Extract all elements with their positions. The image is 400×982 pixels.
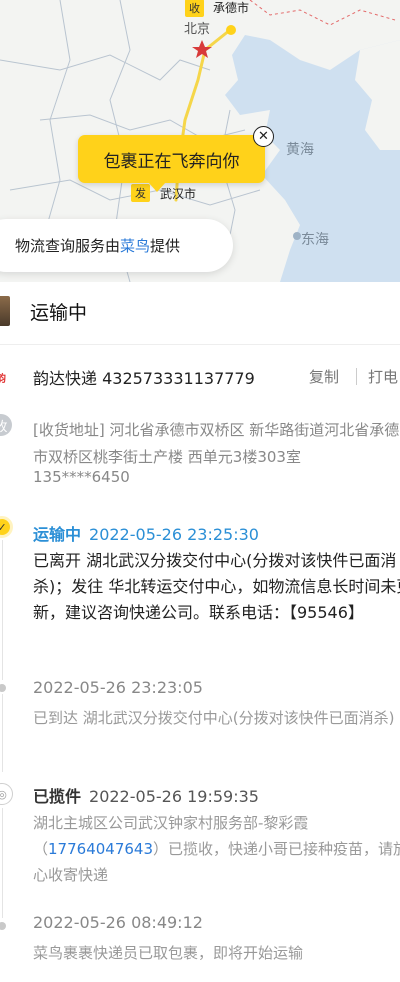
logistics-provider-banner[interactable]: 物流查询服务由菜鸟提供 [0, 219, 233, 272]
provider-suffix: 提供 [150, 237, 181, 255]
parcel-icon [0, 296, 10, 326]
event-time: 2022-05-26 19:59:35 [89, 787, 259, 806]
map-label-beijing: 北京 [184, 22, 211, 37]
event-status: 已揽件 [33, 787, 82, 806]
event-time: 2022-05-26 08:49:12 [33, 913, 203, 932]
event-detail: 已到达 湖北武汉分拨交付中心(分拨对该快件已面消杀) [33, 709, 395, 727]
event-status: 运输中 [33, 525, 82, 544]
event-detail: 已离开 湖北武汉分拨交付中心(分拨对该快件已面消杀)；发往 华北转运交付中心，如… [33, 551, 400, 622]
status-title: 运输中 [30, 301, 88, 324]
map-label-yellow-sea: 黄海 [286, 142, 314, 158]
event-header: 运输中 2022-05-26 23:25:30 [33, 521, 259, 545]
close-bubble-button[interactable]: ✕ [253, 126, 274, 147]
yunda-logo-icon: 韵 [0, 374, 6, 385]
delivery-address: [收货地址] 河北省承德市双桥区 新华路街道河北省承德市双桥区桃李街土产楼 西单… [33, 421, 400, 466]
receive-marker-tag: 收 [185, 0, 204, 17]
provider-text: 物流查询服务由菜鸟提供 [15, 235, 180, 256]
route-map[interactable]: 收 承德市 北京 黄海 东海 发 武汉市 包裹正在飞奔向你 ✕ 物流查询服务由菜… [0, 0, 400, 282]
close-icon: ✕ [258, 129, 269, 144]
action-separator [356, 368, 357, 385]
event-header: 已揽件 2022-05-26 19:59:35 [33, 783, 259, 807]
timeline-line [2, 540, 3, 680]
timeline-line [2, 808, 3, 918]
event-detail: 菜鸟裹裹快递员已取包裹，即将开始运输 [33, 944, 304, 962]
event-detail: 湖北主城区公司武汉钟家村服务部-黎彩霞（17764047643）已揽收，快递小哥… [33, 810, 400, 888]
copy-button[interactable]: 复制 [309, 366, 339, 387]
status-header: 运输中 [0, 290, 400, 332]
recipient-phone: 135****6450 [33, 468, 130, 486]
provider-link[interactable]: 菜鸟 [120, 237, 150, 255]
delivery-status-bubble: 包裹正在飞奔向你 [78, 135, 265, 192]
bubble-text: 包裹正在飞奔向你 [103, 151, 240, 172]
provider-prefix: 物流查询服务由 [15, 237, 121, 255]
map-label-chengde: 承德市 [213, 1, 250, 15]
event-time: 2022-05-26 23:23:05 [33, 678, 203, 697]
divider [0, 344, 400, 345]
courier-phone-link[interactable]: 17764047643 [48, 840, 153, 858]
call-button[interactable]: 打电 [368, 366, 398, 387]
map-label-east-sea: 东海 [301, 232, 329, 248]
timeline-line [2, 694, 3, 772]
carrier-info: 韵达快递 432573331137779 [33, 369, 255, 388]
event-time: 2022-05-26 23:25:30 [89, 525, 259, 544]
carrier-row: 韵 韵达快递 432573331137779 复制 打电 [0, 360, 400, 392]
